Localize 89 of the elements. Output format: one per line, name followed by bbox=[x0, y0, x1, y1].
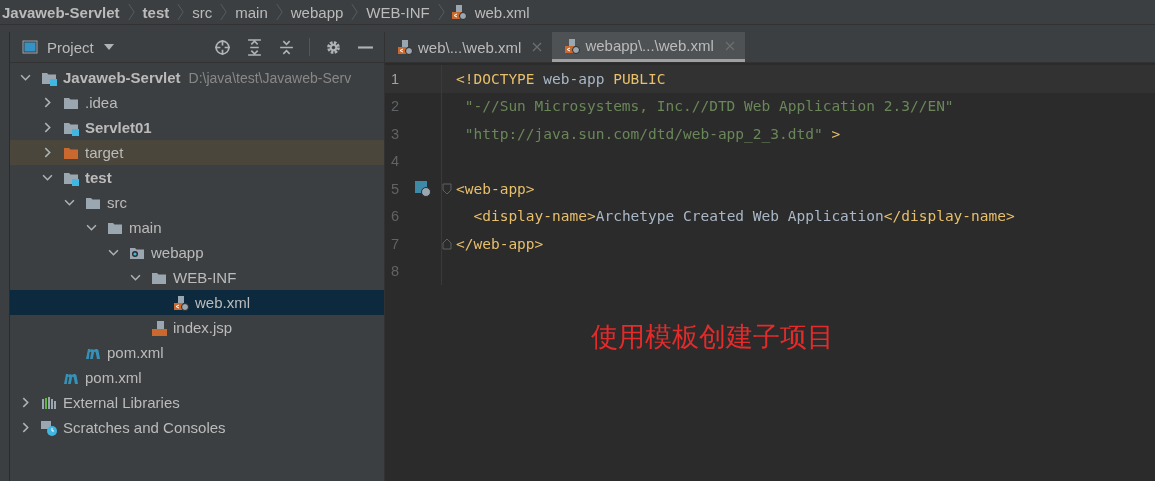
editor-tab[interactable]: webapp\...\web.xml bbox=[552, 32, 745, 62]
tree-item[interactable]: WEB-INF bbox=[10, 265, 384, 290]
breadcrumb-item[interactable]: WEB-INF bbox=[364, 3, 432, 21]
line-number: 5 bbox=[390, 180, 401, 197]
fold-marker-icon[interactable] bbox=[442, 237, 452, 250]
tree-item[interactable]: Servlet01 bbox=[10, 115, 384, 140]
tree-item[interactable]: index.jsp bbox=[10, 315, 384, 340]
chevron-down-icon[interactable] bbox=[20, 72, 31, 83]
collapse-all-icon[interactable] bbox=[278, 38, 295, 56]
editor-tab[interactable]: web\...\web.xml bbox=[385, 32, 553, 62]
breadcrumb-separator-icon bbox=[127, 2, 135, 22]
xml-file-icon bbox=[397, 39, 413, 55]
tree-item[interactable]: pom.xml bbox=[10, 365, 384, 390]
tree-item[interactable]: .idea bbox=[10, 90, 384, 115]
tree-item-label: webapp bbox=[151, 244, 204, 261]
chevron-right-icon[interactable] bbox=[20, 422, 31, 433]
chevron-right-icon[interactable] bbox=[20, 397, 31, 408]
line-number: 8 bbox=[390, 263, 401, 280]
breadcrumb-separator-icon bbox=[275, 2, 283, 22]
code-line: "-//Sun Microsystems, Inc.//DTD Web Application 2.3//EN" bbox=[463, 98, 954, 115]
chevron-down-icon[interactable] bbox=[64, 197, 75, 208]
tree-item-label: web.xml bbox=[195, 294, 250, 311]
code-line: <web-app> bbox=[456, 180, 535, 197]
tree-item-label: pom.xml bbox=[107, 344, 164, 361]
xml-file-icon bbox=[564, 37, 581, 54]
tree-item-label: External Libraries bbox=[63, 394, 180, 411]
tree-item[interactable]: Javaweb-Servlet D:\java\test\Javaweb-Serv bbox=[10, 65, 384, 90]
code-line: <!DOCTYPE web-app PUBLIC bbox=[456, 70, 666, 87]
tree-item-label: target bbox=[85, 144, 124, 161]
tree-item-label: WEB-INF bbox=[173, 269, 237, 286]
chevron-right-icon[interactable] bbox=[42, 122, 53, 133]
line-number: 1 bbox=[390, 70, 401, 87]
tree-item-label: index.jsp bbox=[173, 319, 233, 336]
line-number: 4 bbox=[390, 153, 401, 170]
line-number: 3 bbox=[390, 125, 401, 142]
xml-file-icon bbox=[173, 294, 189, 311]
breadcrumb-item[interactable]: main bbox=[233, 3, 270, 21]
breadcrumb-item[interactable]: Javaweb-Servlet bbox=[0, 3, 122, 21]
breadcrumb-separator-icon bbox=[177, 2, 185, 22]
tree-item-label: Javaweb-Servlet bbox=[63, 69, 181, 86]
dropdown-caret-icon[interactable] bbox=[103, 44, 114, 50]
fold-marker-icon[interactable] bbox=[442, 182, 452, 195]
scratches-clock-icon bbox=[41, 419, 57, 436]
tree-item[interactable]: target bbox=[10, 140, 384, 165]
tree-item[interactable]: main bbox=[10, 215, 384, 240]
jsp-file-icon bbox=[151, 319, 167, 336]
window-icon bbox=[22, 39, 38, 55]
breadcrumb-item[interactable]: webapp bbox=[288, 3, 346, 21]
chevron-down-icon[interactable] bbox=[108, 247, 119, 258]
expand-all-icon[interactable] bbox=[246, 38, 263, 56]
tree-item[interactable]: web.xml bbox=[10, 290, 384, 315]
breadcrumb-separator-icon bbox=[351, 2, 359, 22]
module-path: D:\java\test\Javaweb-Serv bbox=[188, 69, 352, 86]
tree-item-label: test bbox=[85, 169, 112, 186]
tree-item-label: Scratches and Consoles bbox=[63, 419, 226, 436]
line-number: 6 bbox=[390, 208, 401, 225]
chevron-down-icon[interactable] bbox=[42, 172, 53, 183]
line-number: 2 bbox=[390, 98, 401, 115]
breadcrumb-item[interactable]: web.xml bbox=[472, 3, 532, 21]
tree-item[interactable]: src bbox=[10, 190, 384, 215]
web-descriptor-icon[interactable] bbox=[415, 180, 431, 197]
chevron-right-icon[interactable] bbox=[42, 97, 53, 108]
tree-item[interactable]: pom.xml bbox=[10, 340, 384, 365]
tree-item-label: .idea bbox=[85, 94, 118, 111]
annotation-text: 使用模板创建子项目 bbox=[591, 320, 834, 354]
code-line: "http://java.sun.com/dtd/web-app_2_3.dtd" > bbox=[463, 125, 841, 142]
breadcrumb-item[interactable]: src bbox=[190, 3, 215, 21]
chevron-down-icon[interactable] bbox=[86, 222, 97, 233]
locate-icon[interactable] bbox=[214, 38, 231, 56]
settings-icon[interactable] bbox=[325, 38, 342, 56]
tree-item-label: main bbox=[129, 219, 162, 236]
line-number: 7 bbox=[390, 235, 401, 252]
tree-item[interactable]: External Libraries bbox=[10, 390, 384, 415]
tree-item-label: pom.xml bbox=[85, 369, 142, 386]
breadcrumb-separator-icon bbox=[220, 2, 228, 22]
breadcrumb-item[interactable]: test bbox=[140, 3, 172, 21]
tree-item-label: src bbox=[107, 194, 127, 211]
chevron-down-icon[interactable] bbox=[130, 272, 141, 283]
xml-file-icon bbox=[450, 4, 467, 20]
libraries-icon bbox=[41, 394, 57, 411]
tree-item[interactable]: Scratches and Consoles bbox=[10, 415, 384, 440]
tree-item-label: Servlet01 bbox=[85, 119, 152, 136]
breadcrumb-separator-icon bbox=[437, 2, 445, 22]
chevron-right-icon[interactable] bbox=[42, 147, 53, 158]
code-line: <display-name>Archetype Created Web Application</display-name> bbox=[472, 208, 1015, 225]
code-line: </web-app> bbox=[456, 235, 544, 252]
panel-title[interactable]: Project bbox=[47, 38, 94, 56]
tree-item[interactable]: webapp bbox=[10, 240, 384, 265]
tree-item[interactable]: test bbox=[10, 165, 384, 190]
